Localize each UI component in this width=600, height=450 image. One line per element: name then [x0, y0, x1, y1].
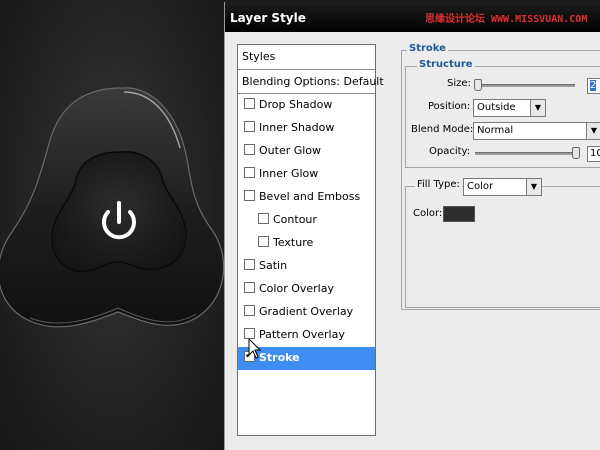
blending-options-item[interactable]: Blending Options: Default [238, 70, 384, 94]
style-item-label: Stroke [259, 351, 300, 364]
size-slider-thumb[interactable] [474, 79, 482, 91]
color-label: Color: [413, 208, 443, 219]
chevron-down-icon[interactable]: ▼ [530, 100, 545, 116]
style-item-drop-shadow[interactable]: Drop Shadow [238, 94, 375, 117]
chevron-down-icon[interactable]: ▼ [586, 123, 600, 139]
size-label: Size: [447, 78, 471, 89]
position-label: Position: [428, 101, 471, 112]
style-item-satin[interactable]: Satin [238, 255, 375, 278]
fill-type-value: Color [467, 181, 494, 192]
style-item-gradient-overlay[interactable]: Gradient Overlay [238, 301, 375, 324]
position-value: Outside [477, 102, 516, 113]
styles-list: Styles Blending Options: Default Drop Sh… [237, 44, 384, 436]
fill-type-label: Fill Type: [415, 179, 462, 190]
color-swatch[interactable] [443, 206, 475, 222]
style-item-contour[interactable]: Contour [238, 209, 375, 232]
checkbox-icon[interactable] [244, 190, 255, 201]
checkbox-icon[interactable] [244, 121, 255, 132]
style-item-label: Drop Shadow [259, 98, 333, 111]
style-item-label: Color Overlay [259, 282, 334, 295]
checkbox-icon[interactable] [258, 236, 269, 247]
style-item-label: Satin [259, 259, 288, 272]
style-item-label: Gradient Overlay [259, 305, 354, 318]
canvas-artwork [0, 0, 226, 450]
checkbox-icon[interactable] [258, 213, 269, 224]
layer-style-dialog: Layer Style 思缘设计论坛 WWW.MISSVUAN.COM Styl… [224, 2, 600, 450]
style-item-label: Texture [273, 236, 314, 249]
arrow-cursor-icon [248, 338, 262, 359]
checkbox-icon[interactable] [244, 305, 255, 316]
dialog-titlebar[interactable]: Layer Style 思缘设计论坛 WWW.MISSVUAN.COM [225, 2, 600, 32]
style-item-inner-glow[interactable]: Inner Glow [238, 163, 375, 186]
opacity-label: Opacity: [429, 146, 471, 157]
style-item-outer-glow[interactable]: Outer Glow [238, 140, 375, 163]
fill-type-select[interactable]: Color ▼ [463, 178, 542, 196]
style-item-label: Pattern Overlay [259, 328, 345, 341]
style-item-texture[interactable]: Texture [238, 232, 375, 255]
checkbox-icon[interactable] [244, 167, 255, 178]
blend-mode-select[interactable]: Normal ▼ [473, 122, 600, 140]
style-item-label: Inner Shadow [259, 121, 335, 134]
opacity-slider-track[interactable] [475, 152, 575, 155]
opacity-input[interactable]: 100 [587, 146, 600, 162]
blend-mode-value: Normal [477, 125, 514, 136]
dialog-title: Layer Style [230, 11, 306, 25]
size-slider-track[interactable] [475, 84, 575, 87]
style-item-color-overlay[interactable]: Color Overlay [238, 278, 375, 301]
stroke-settings-panel: Stroke Structure Size: 2 Position: Outsi… [401, 38, 600, 438]
position-select[interactable]: Outside ▼ [473, 99, 546, 117]
power-button-artwork [0, 87, 225, 328]
watermark-text: 思缘设计论坛 WWW.MISSVUAN.COM [425, 14, 588, 25]
style-item-label: Contour [273, 213, 317, 226]
size-input[interactable]: 2 [587, 78, 600, 94]
style-item-bevel-and-emboss[interactable]: Bevel and Emboss [238, 186, 375, 209]
style-item-inner-shadow[interactable]: Inner Shadow [238, 117, 375, 140]
chevron-down-icon[interactable]: ▼ [526, 179, 541, 195]
blend-mode-label: Blend Mode: [411, 124, 474, 135]
stroke-section-title: Stroke [407, 43, 448, 54]
checkbox-icon[interactable] [244, 144, 255, 155]
style-item-label: Inner Glow [259, 167, 319, 180]
checkbox-icon[interactable] [244, 282, 255, 293]
checkbox-icon[interactable] [244, 259, 255, 270]
size-value: 2 [590, 80, 597, 91]
opacity-slider-thumb[interactable] [572, 147, 580, 159]
checkbox-icon[interactable] [244, 98, 255, 109]
fill-frame [405, 186, 600, 308]
styles-header[interactable]: Styles [238, 45, 375, 70]
structure-title: Structure [417, 59, 475, 70]
opacity-value: 100 [590, 148, 600, 159]
style-item-label: Bevel and Emboss [259, 190, 361, 203]
style-item-label: Outer Glow [259, 144, 322, 157]
